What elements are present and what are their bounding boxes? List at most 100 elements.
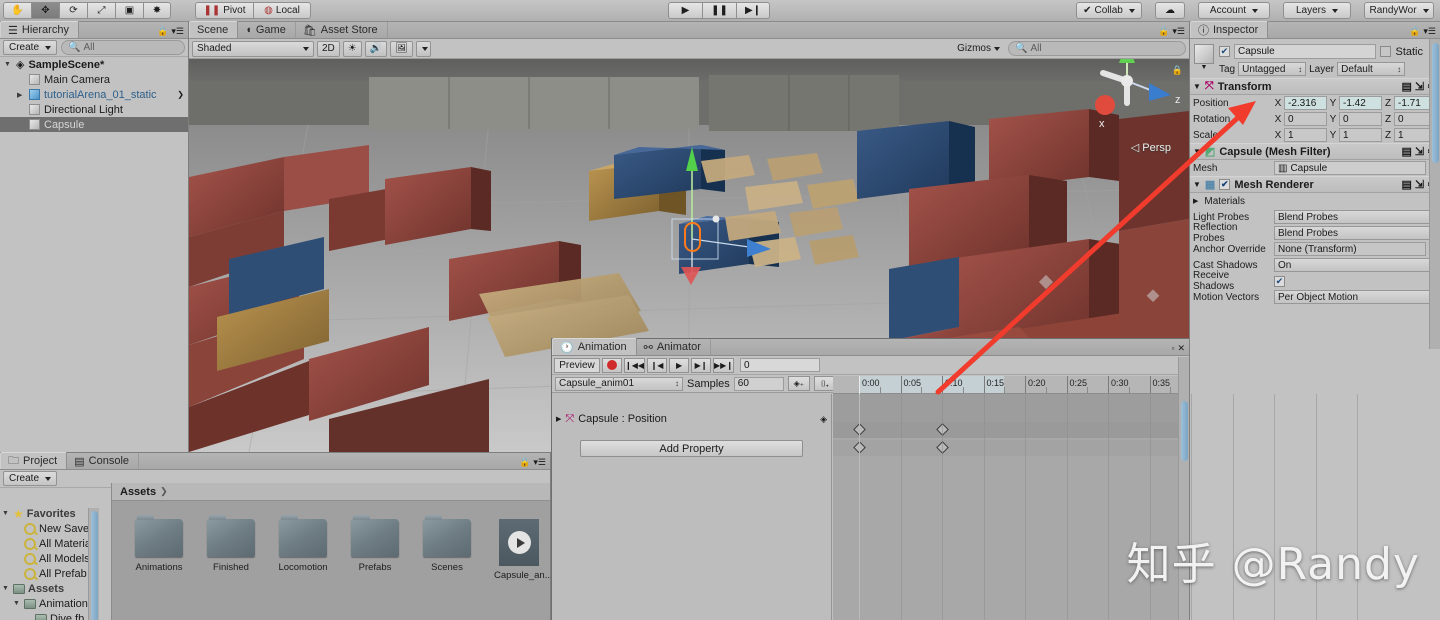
transform-rotation-x-input[interactable]: 0 [1284,112,1327,126]
transform-position-y-input[interactable]: -1.42 [1339,96,1382,110]
chevron-down-icon[interactable]: ▼ [1193,82,1201,91]
inspector-scroll-thumb[interactable] [1432,43,1439,163]
pause-button[interactable]: ❚❚ [702,2,736,19]
rect-tool[interactable]: ▣ [115,2,143,19]
move-tool[interactable]: ✥ [31,2,59,19]
hierarchy-item-capsule[interactable]: Capsule [0,117,188,132]
scene-lighting-toggle[interactable]: ☀ [342,40,362,57]
asset-item[interactable]: Locomotion [278,515,328,581]
chevron-down-icon[interactable]: ▼ [1201,64,1208,71]
pivot-button[interactable]: ❚❚ Pivot [195,2,253,19]
lock-icon[interactable]: 🔒 [519,457,530,468]
project-tree-scrollbar[interactable] [88,508,99,620]
lock-icon[interactable]: 🔒 [1409,26,1420,37]
receive-shadows-checkbox[interactable]: ✔ [1274,275,1285,287]
chevron-down-icon[interactable]: ▼ [1193,147,1201,156]
tab-project[interactable]: 🗀 Project [0,452,68,469]
animation-scroll-thumb[interactable] [1181,401,1188,461]
rotate-tool[interactable]: ⟳ [59,2,87,19]
playback-group[interactable]: ▶ ❚❚ ▶❙ [668,2,770,19]
scene-persp-label[interactable]: ◁ Persp [1131,141,1171,154]
lock-icon[interactable]: 🔒 [1158,26,1169,37]
samples-input[interactable]: 60 [733,376,784,391]
clip-dropdown[interactable]: Capsule_anim01 [555,376,683,391]
project-tree-scroll-thumb[interactable] [91,511,98,620]
local-button[interactable]: ◍ Local [253,2,311,19]
prev-frame-button[interactable]: ❙◀ [647,357,668,373]
play-button[interactable]: ▶ [668,2,702,19]
tab-console[interactable]: ▤ Console [67,453,140,469]
breadcrumb-assets[interactable]: Assets [120,486,156,498]
tab-asset-store[interactable]: 🛍 Asset Store [296,22,388,38]
object-enabled-checkbox[interactable]: ✔ [1219,46,1230,57]
scene-search-input[interactable]: 🔍 All [1008,41,1186,56]
hierarchy-search-input[interactable]: 🔍 All [61,40,185,55]
chevron-down-icon[interactable]: ▼ [2,585,10,592]
hierarchy-item-tutorialarena-01-static[interactable]: ▶ tutorialArena_01_static ❯ [0,87,188,102]
motion-vectors-dropdown[interactable]: Per Object Motion [1274,290,1437,304]
chevron-down-icon[interactable]: ▼ [13,600,21,607]
menu-icon[interactable]: ▾☰ [1172,26,1185,37]
project-create-button[interactable]: Create [3,471,58,486]
shading-mode-dropdown[interactable]: Shaded [192,40,314,57]
tab-animator[interactable]: ⚯ Animator [637,339,711,355]
layers-button[interactable]: Layers [1283,2,1351,19]
scale-tool[interactable]: ⤢ [87,2,115,19]
scene-fx-dropdown[interactable] [415,40,431,57]
asset-item[interactable]: Prefabs [350,515,400,581]
toggle-2d-button[interactable]: 2D [317,40,340,57]
property-row[interactable]: ▶ ⤧ Capsule : Position ◈ [552,410,831,428]
keyframe-diamond-icon[interactable]: ◈ [820,414,827,425]
first-frame-button[interactable]: ❙◀◀ [624,357,646,373]
cast-shadows-dropdown[interactable]: On [1274,258,1437,272]
anchor-override-object-field[interactable]: None (Transform) [1274,242,1427,256]
menu-icon[interactable]: ▾☰ [171,26,184,37]
hierarchy-create-button[interactable]: Create [3,40,58,55]
asset-item[interactable]: Finished [206,515,256,581]
preview-button[interactable]: Preview [554,357,600,373]
asset-item[interactable]: Animations [134,515,184,581]
close-icon[interactable]: ✕ [1177,343,1185,354]
light-probes-dropdown[interactable]: Blend Probes [1274,210,1437,224]
transform-rotation-y-input[interactable]: 0 [1339,112,1382,126]
add-property-button[interactable]: Add Property [580,440,803,457]
tab-animation[interactable]: 🕐 Animation [552,338,637,355]
mesh-renderer-component-header[interactable]: ▼ ▦ ✔ Mesh Renderer ▤ ⇲ ⚙ [1190,176,1440,193]
record-button[interactable] [602,357,622,373]
transform-scale-y-input[interactable]: 1 [1339,128,1382,142]
keyframe-row-child[interactable] [833,440,1189,456]
keyframe-row-parent[interactable] [833,422,1189,438]
gizmos-dropdown[interactable]: Gizmos [953,41,1004,57]
layer-dropdown[interactable]: Default [1337,62,1406,76]
scene-fx-toggle[interactable]: 🖼 [390,40,413,57]
hierarchy-item-main-camera[interactable]: Main Camera [0,72,188,87]
transform-scale-x-input[interactable]: 1 [1284,128,1327,142]
tab-scene[interactable]: Scene [189,21,239,38]
account-button[interactable]: Account [1198,2,1270,19]
transform-component-header[interactable]: ▼ ⤧ Transform ▤ ⇲ ⚙ [1190,78,1440,95]
collab-button[interactable]: ✔ Collab [1076,2,1142,19]
animation-scrollbar[interactable] [1178,357,1189,620]
chevron-right-icon[interactable]: ▶ [1193,197,1198,205]
preset-icon[interactable]: ▤ [1402,178,1412,191]
preset-icon[interactable]: ▤ [1402,80,1412,93]
tab-inspector[interactable]: ⓘ Inspector [1190,21,1269,38]
transform-tools-group[interactable]: ✋ ✥ ⟳ ⤢ ▣ ✸ [3,2,171,19]
pivot-group[interactable]: ❚❚ Pivot ◍ Local [195,2,311,19]
timeline-ruler[interactable]: 0:000:050:100:150:200:250:300:350:400:45… [833,376,1189,394]
materials-row[interactable]: ▶ Materials [1190,193,1440,209]
hand-tool[interactable]: ✋ [3,2,31,19]
mesh-filter-component-header[interactable]: ▼ ◩ Capsule (Mesh Filter) ▤ ⇲ ⚙ [1190,143,1440,160]
add-keyframe-button[interactable]: ◈₊ [787,376,810,391]
transform-tool[interactable]: ✸ [143,2,171,19]
animation-timeline[interactable]: 0:000:050:100:150:200:250:300:350:400:45… [833,376,1358,620]
layout-button[interactable]: RandyWor [1364,2,1434,19]
tab-game[interactable]: ◖ Game [238,22,296,38]
mesh-object-field[interactable]: ▥ Capsule [1274,161,1427,175]
chevron-down-icon[interactable]: ▼ [4,61,12,68]
menu-icon[interactable]: ▾☰ [533,457,546,468]
minimize-icon[interactable]: ▫ [1172,344,1175,353]
lock-icon[interactable]: 🔒 [157,26,168,37]
reflection-probes-dropdown[interactable]: Blend Probes [1274,226,1437,240]
static-checkbox[interactable] [1380,46,1392,57]
